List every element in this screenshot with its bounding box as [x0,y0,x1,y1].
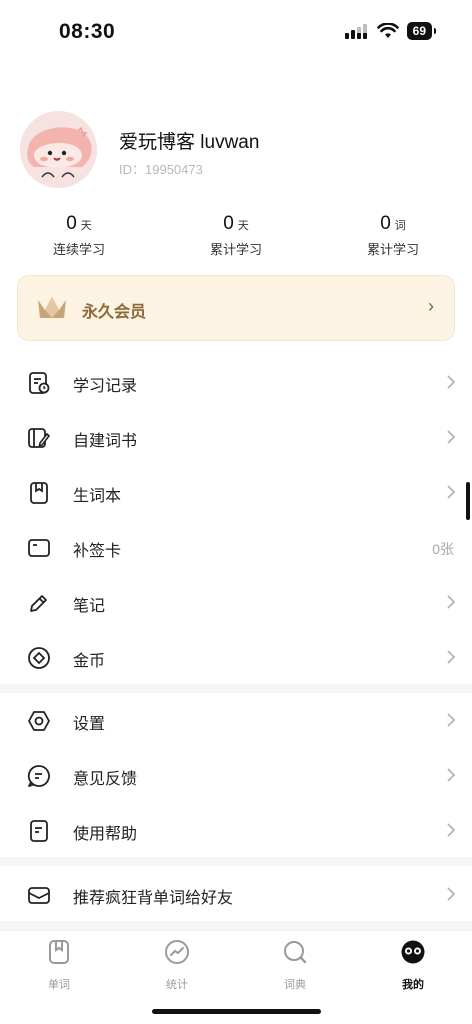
chart-icon [165,940,189,964]
menu-label: 推荐疯狂背单词给好友 [73,890,234,907]
chevron-right-icon [447,485,456,499]
stat-label: 累计学习 [209,242,262,257]
vip-label: 永久会员 [82,304,147,321]
tab-stats[interactable]: 统计 [137,939,217,992]
cellular-signal-icon [344,24,367,39]
menu-label: 设置 [73,716,106,733]
menu-item-feedback[interactable]: 意见反馈 [0,748,472,803]
tab-words[interactable]: 单词 [19,939,99,992]
menu-item-settings[interactable]: 设置 [0,693,472,748]
crown-icon [38,297,66,318]
menu-item-coins[interactable]: 金币 [0,630,472,685]
menu-label: 笔记 [73,598,106,615]
avatar[interactable] [20,111,97,188]
stat-total-days: 0天 累计学习 [176,213,296,258]
bookmark-book-icon [30,482,48,504]
tab-label: 统计 [166,979,188,991]
section-divider [0,857,472,866]
stat-unit: 天 [80,220,92,232]
scroll-indicator[interactable] [466,482,470,520]
stat-unit: 天 [237,220,249,232]
study-record-icon [29,372,50,394]
chevron-right-icon [447,887,456,901]
tab-label: 我的 [402,979,424,991]
stat-label: 连续学习 [52,242,105,257]
gear-icon [28,711,50,731]
custom-book-icon [28,428,51,448]
card-count: 0张 [432,541,454,557]
chevron-right-icon [447,375,456,389]
status-bar: 08:30 69 [0,0,472,62]
chevron-right-icon [447,650,456,664]
wifi-icon [376,23,399,38]
user-id: ID：19950473 [119,162,203,177]
menu-item-custom-book[interactable]: 自建词书 [0,410,472,465]
profile-face-icon [401,940,425,964]
book-icon [49,940,69,964]
chevron-right-icon: › [428,296,434,316]
stat-total-words: 0词 累计学习 [333,213,453,258]
menu-label: 金币 [73,653,106,670]
menu-item-vocab-book[interactable]: 生词本 [0,465,472,520]
menu-item-help[interactable]: 使用帮助 [0,803,472,858]
section-divider [0,921,472,930]
menu-label: 生词本 [73,488,122,505]
stats-row: 0天 连续学习 0天 累计学习 0词 累计学习 [0,213,472,261]
menu-item-makeup-card[interactable]: 补签卡 0张 [0,520,472,575]
mail-share-icon [28,887,50,904]
card-icon [28,539,50,557]
home-indicator [152,1009,321,1014]
battery-indicator: 69 [406,22,437,40]
stat-value: 0 [223,213,234,234]
stat-value: 0 [380,213,391,234]
help-doc-icon [30,820,48,842]
menu-label: 使用帮助 [73,826,138,843]
stat-value: 0 [66,213,77,234]
menu-label: 学习记录 [73,378,138,395]
status-icons: 69 [344,22,437,40]
menu-item-recommend[interactable]: 推荐疯狂背单词给好友 [0,867,472,922]
stat-label: 累计学习 [366,242,419,257]
menu-label: 补签卡 [73,543,122,560]
chevron-right-icon [447,430,456,444]
search-icon [284,941,307,964]
tab-label: 单词 [48,979,70,991]
tab-dictionary[interactable]: 词典 [255,939,335,992]
stat-consecutive-days: 0天 连续学习 [19,213,139,258]
chevron-right-icon [447,768,456,782]
chevron-right-icon [447,595,456,609]
tab-mine[interactable]: 我的 [373,939,453,992]
vip-membership-card[interactable]: 永久会员 › [17,275,455,341]
menu-item-notes[interactable]: 笔记 [0,575,472,630]
pencil-icon [30,595,47,612]
chevron-right-icon [447,823,456,837]
menu-item-study-record[interactable]: 学习记录 [0,355,472,410]
menu-label: 自建词书 [73,433,138,450]
chevron-right-icon [447,713,456,727]
stat-unit: 词 [394,220,406,232]
feedback-icon [27,765,50,787]
section-divider [0,684,472,693]
avatar-character-icon [20,111,97,188]
status-time: 08:30 [59,20,116,43]
username: 爱玩博客 luvwan [119,132,260,153]
coin-icon [28,647,50,669]
menu-label: 意见反馈 [73,771,138,788]
tab-label: 词典 [284,979,306,991]
